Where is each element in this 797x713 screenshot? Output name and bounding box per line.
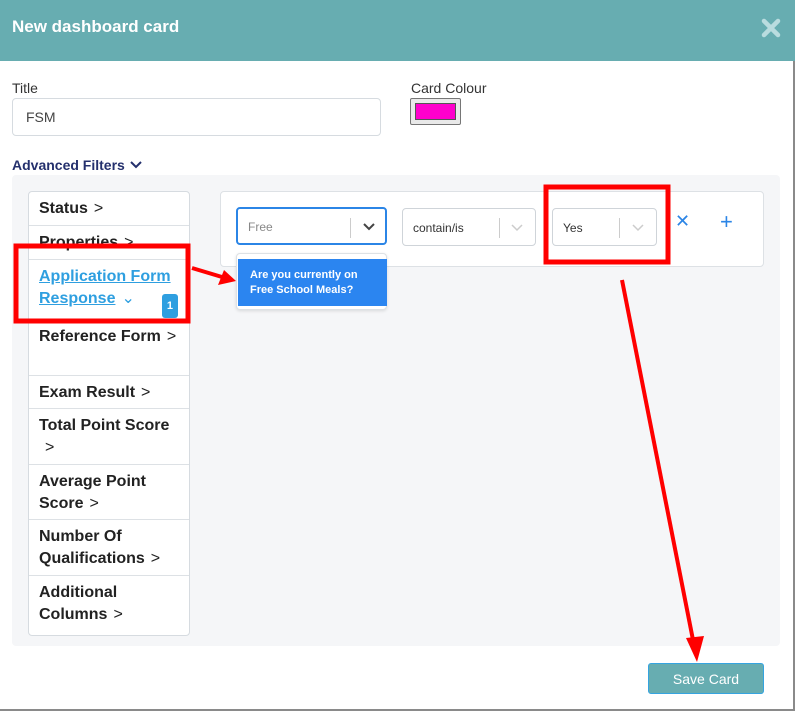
- chevron-right-icon: >: [141, 384, 151, 401]
- category-label: Status: [39, 200, 88, 217]
- category-reference-form[interactable]: Reference Form >: [29, 320, 189, 376]
- chevron-right-icon: >: [124, 234, 134, 251]
- new-dashboard-card-modal: New dashboard card Title Card Colour Adv…: [0, 0, 795, 711]
- value-select[interactable]: Yes: [552, 208, 657, 246]
- select-separator: [619, 218, 620, 238]
- close-icon[interactable]: [761, 18, 781, 38]
- chevron-right-icon: >: [113, 606, 123, 623]
- add-rule-icon[interactable]: +: [720, 211, 733, 233]
- chevron-right-icon: >: [93, 200, 104, 217]
- filter-category-list: Status > Properties > Application Form Res…: [28, 191, 190, 636]
- category-label: Additional Columns: [39, 584, 118, 623]
- category-label: Number Of Qualifications: [39, 528, 145, 567]
- chevron-right-icon: >: [89, 495, 99, 512]
- chevron-down-icon: [130, 161, 142, 169]
- chevron-right-icon: >: [150, 550, 161, 567]
- category-label: Properties: [39, 234, 119, 251]
- modal-header: New dashboard card: [0, 0, 795, 61]
- chevron-right-icon: >: [45, 439, 55, 456]
- category-additional-columns[interactable]: Additional Columns >: [29, 576, 189, 635]
- category-label: Exam Result: [39, 384, 136, 401]
- chevron-down-icon: [363, 223, 375, 231]
- dropdown-option[interactable]: Are you currently on Free School Meals?: [238, 259, 387, 306]
- category-average-point-score[interactable]: Average Point Score >: [29, 465, 189, 520]
- remove-rule-icon[interactable]: ✕: [675, 212, 690, 230]
- modal-title: New dashboard card: [12, 17, 180, 36]
- category-application-form-response[interactable]: Application Form Response ⌄ 1: [29, 260, 189, 320]
- chevron-down-icon: [632, 224, 644, 232]
- title-input[interactable]: [12, 98, 381, 136]
- select-separator: [350, 218, 351, 238]
- save-card-button[interactable]: Save Card: [648, 663, 764, 694]
- category-number-of-qualifications[interactable]: Number Of Qualifications >: [29, 520, 189, 576]
- category-label: Total Point Score: [39, 417, 170, 434]
- value-text: Yes: [563, 221, 583, 235]
- advanced-filters-toggle[interactable]: Advanced Filters: [12, 157, 143, 173]
- filter-count-badge: 1: [161, 294, 178, 318]
- field-select[interactable]: Free: [236, 207, 387, 245]
- category-total-point-score[interactable]: Total Point Score >: [29, 409, 189, 465]
- select-separator: [499, 218, 500, 238]
- chevron-right-icon: >: [166, 328, 177, 345]
- field-search-text: Free: [248, 220, 273, 234]
- card-colour-label: Card Colour: [411, 80, 487, 96]
- card-colour-picker[interactable]: [410, 98, 461, 125]
- operator-select[interactable]: contain/is: [402, 208, 536, 246]
- category-label: Application Form Response: [39, 268, 171, 307]
- colour-swatch-fill: [415, 103, 456, 120]
- operator-value: contain/is: [413, 221, 464, 235]
- category-exam-result[interactable]: Exam Result >: [29, 376, 189, 409]
- category-properties[interactable]: Properties >: [29, 226, 189, 260]
- category-status[interactable]: Status >: [29, 192, 189, 226]
- title-label: Title: [12, 80, 38, 96]
- chevron-down-icon: ⌄: [121, 290, 135, 307]
- advanced-filters-label: Advanced Filters: [12, 157, 125, 173]
- chevron-down-icon: [511, 224, 523, 232]
- category-label: Reference Form: [39, 328, 161, 345]
- field-dropdown-menu: Are you currently on Free School Meals?: [236, 253, 387, 310]
